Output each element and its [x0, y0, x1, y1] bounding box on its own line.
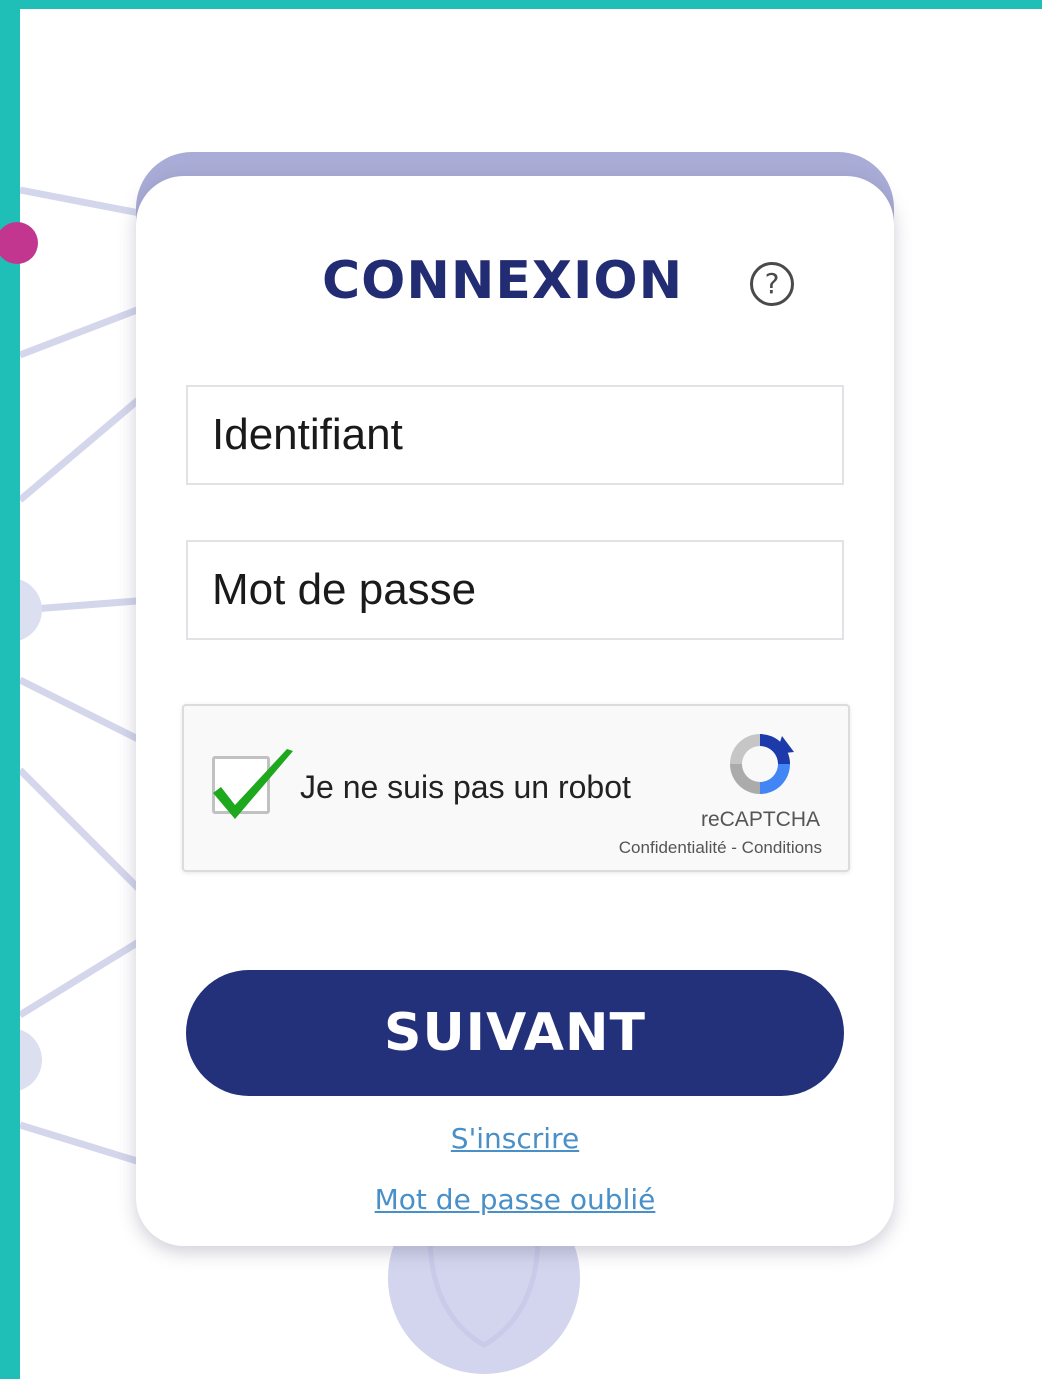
recaptcha-logo-icon — [730, 734, 794, 794]
page-title: CONNEXION — [322, 251, 684, 311]
recaptcha-separator: - — [731, 838, 737, 857]
signup-link-row: S'inscrire — [0, 1122, 1042, 1155]
help-circle-icon[interactable]: ? — [750, 262, 794, 306]
recaptcha-brand: reCAPTCHA — [700, 808, 820, 831]
frame-top-border — [0, 0, 1042, 9]
recaptcha-links: Confidentialité - Conditions — [619, 838, 822, 858]
frame-left-border — [0, 0, 20, 1379]
password-input[interactable] — [186, 540, 844, 640]
next-button[interactable]: SUIVANT — [186, 970, 844, 1096]
recaptcha-checkbox[interactable] — [212, 749, 293, 819]
recaptcha-terms-link[interactable]: Conditions — [742, 838, 822, 857]
forgot-password-link-row: Mot de passe oublié — [0, 1183, 1042, 1216]
username-input[interactable] — [186, 385, 844, 485]
green-checkmark-icon — [213, 749, 293, 819]
recaptcha-widget: Je ne suis pas un robot reCAPTCHA Confid… — [182, 704, 850, 872]
signup-link[interactable]: S'inscrire — [451, 1122, 579, 1155]
title-row: CONNEXION ? — [0, 250, 1042, 316]
recaptcha-privacy-link[interactable]: Confidentialité — [619, 838, 727, 857]
forgot-password-link[interactable]: Mot de passe oublié — [375, 1183, 656, 1216]
recaptcha-label: Je ne suis pas un robot — [300, 769, 631, 805]
